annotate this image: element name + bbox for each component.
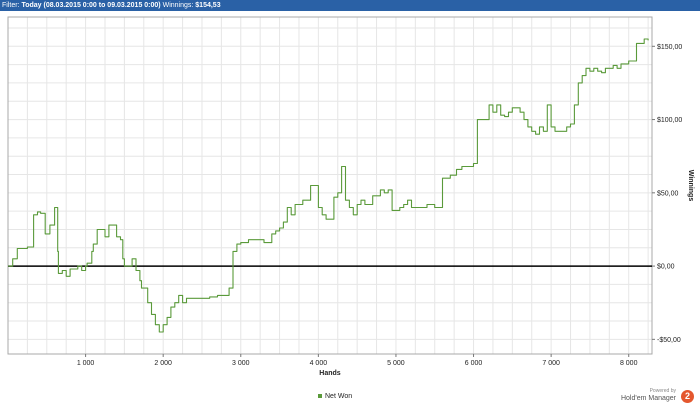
- winnings-chart: 1 000 2 000 3 000 4 000 5 000 6 000 7 000 8 000…: [7, 16, 694, 377]
- filter-label: Filter:: [2, 2, 20, 9]
- y-tick-label: -$50,00: [657, 337, 681, 344]
- y-axis: -$50,00 $0,00 $50,00 $100,00 $150,00: [652, 44, 682, 344]
- winnings-value: $154,53: [195, 2, 221, 9]
- winnings-label: Winnings:: [162, 2, 194, 9]
- x-tick-label: 3 000: [232, 360, 250, 367]
- product-name: Hold'em Manager: [620, 395, 676, 402]
- grid: [8, 17, 652, 354]
- y-tick-label: $100,00: [657, 117, 682, 124]
- net-won-legend-swatch: [318, 394, 322, 399]
- x-axis: 1 000 2 000 3 000 4 000 5 000 6 000 7 000 8 000: [77, 354, 638, 367]
- y-axis-label: Winnings: [687, 170, 694, 202]
- x-axis-label: Hands: [319, 370, 341, 377]
- y-tick-label: $50,00: [657, 190, 679, 197]
- y-tick-label: $0,00: [657, 264, 675, 271]
- powered-by-text: Powered by: [649, 388, 676, 394]
- x-tick-label: 5 000: [387, 360, 405, 367]
- filter-value: Today (08.03.2015 0:00 to 09.03.2015 0:0…: [21, 2, 161, 9]
- chart-legend: Net Won: [318, 393, 352, 400]
- x-tick-label: 2 000: [154, 360, 172, 367]
- x-tick-label: 7 000: [542, 360, 560, 367]
- x-tick-label: 4 000: [310, 360, 328, 367]
- x-tick-label: 1 000: [77, 360, 95, 367]
- hem2-logo-icon: 2: [681, 390, 694, 403]
- legend-label-net-won: Net Won: [325, 393, 353, 400]
- title-bar: Filter: Today (08.03.2015 0:00 to 09.03.…: [0, 0, 700, 11]
- y-tick-label: $150,00: [657, 44, 682, 51]
- x-tick-label: 6 000: [465, 360, 483, 367]
- branding: Powered by Hold'em Manager 2: [620, 388, 698, 405]
- x-tick-label: 8 000: [620, 360, 638, 367]
